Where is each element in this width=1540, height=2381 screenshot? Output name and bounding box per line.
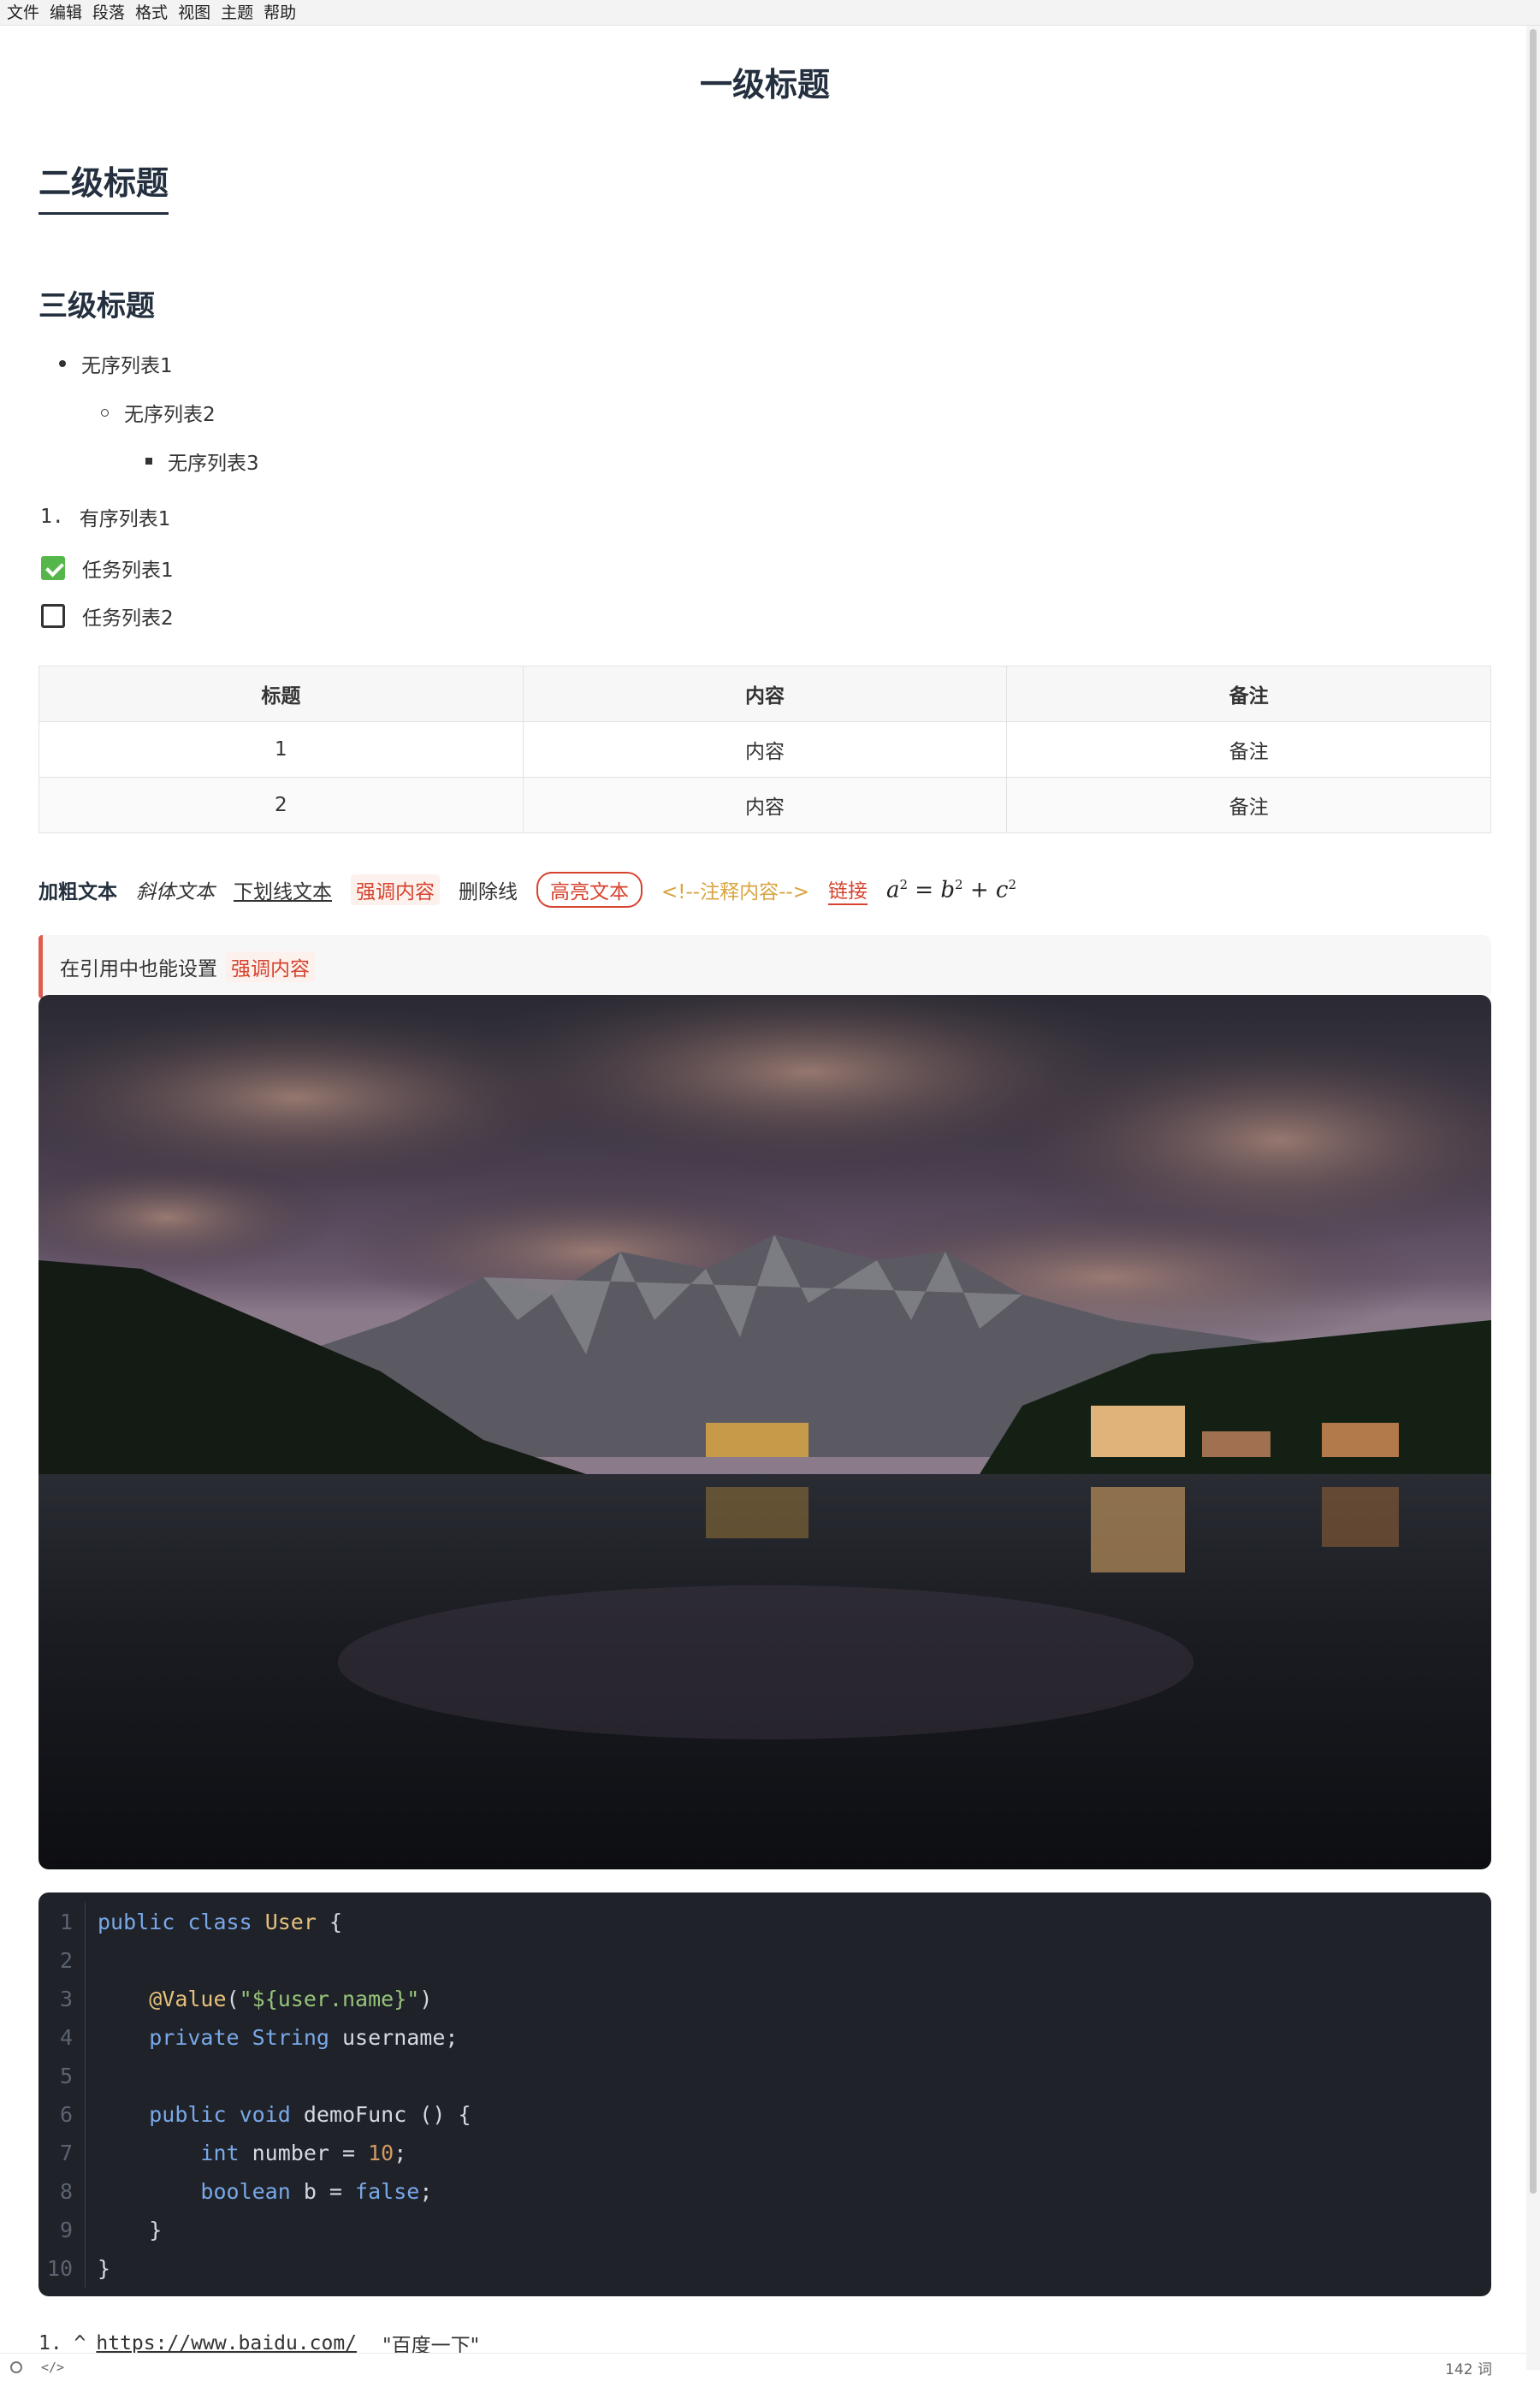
code-line: 10} [38, 2249, 1491, 2288]
line-number: 6 [38, 2095, 86, 2134]
underline-text: 下划线文本 [234, 881, 332, 903]
menu-file[interactable]: 文件 [5, 0, 48, 26]
outline-toggle-icon[interactable] [10, 2361, 22, 2373]
task-text: 任务列表1 [82, 560, 174, 582]
italic-text: 斜体文本 [136, 881, 215, 903]
table-header-cell[interactable]: 内容 [522, 666, 1008, 722]
task-text: 任务列表2 [82, 607, 174, 630]
table-cell[interactable]: 备注 [1006, 721, 1491, 778]
bullet-disc-icon [59, 360, 66, 367]
line-number: 4 [38, 2018, 86, 2057]
code-line: 8 boolean b = false; [38, 2172, 1491, 2211]
list-item: 无序列表3 [145, 447, 259, 476]
table-header-row: 标题 内容 备注 [38, 666, 1491, 722]
bullet-square-icon [145, 458, 152, 465]
task-item: 任务列表2 [41, 601, 174, 631]
line-number: 10 [38, 2249, 86, 2288]
table-cell[interactable]: 备注 [1006, 777, 1491, 833]
code-line: 4 private String username; [38, 2018, 1491, 2057]
line-number: 2 [38, 1941, 86, 1980]
word-count[interactable]: 142 词 [1445, 2357, 1492, 2378]
code-line: 9 } [38, 2211, 1491, 2249]
task-checkbox-unchecked[interactable] [41, 604, 65, 628]
ordered-list-item: 1. 有序列表1 [40, 502, 170, 531]
list-item-text: 无序列表1 [81, 355, 173, 377]
code-block[interactable]: 1 public class User { 2 3 @Value("${user.… [38, 1892, 1491, 2296]
highlight-text: 高亮文本 [536, 872, 643, 908]
footnote-prefix[interactable]: 1. ^ [38, 2332, 86, 2354]
status-bar: </> 142 词 [0, 2353, 1526, 2381]
table-cell[interactable]: 内容 [522, 721, 1008, 778]
list-number: 1. [40, 506, 64, 528]
heading-3: 三级标题 [38, 289, 155, 323]
data-table: 标题 内容 备注 1 内容 备注 2 内容 备注 [38, 666, 1491, 833]
line-number: 5 [38, 2057, 86, 2095]
line-number: 7 [38, 2134, 86, 2172]
math-formula: a2 = b2 + c2 [886, 876, 1016, 903]
menu-bar: 文件 编辑 段落 格式 视图 主题 帮助 [0, 0, 1540, 26]
list-item-text: 无序列表2 [124, 404, 216, 426]
code-line: 2 [38, 1941, 1491, 1980]
menu-format[interactable]: 格式 [133, 0, 176, 26]
scrollbar-thumb[interactable] [1530, 29, 1537, 2194]
list-item-text: 有序列表1 [79, 508, 171, 530]
source-code-toggle[interactable]: </> [41, 2360, 64, 2375]
menu-theme[interactable]: 主题 [219, 0, 262, 26]
quote-emphasis: 强调内容 [226, 951, 315, 982]
task-item: 任务列表1 [41, 554, 174, 583]
code-line: 6 public void demoFunc () { [38, 2095, 1491, 2134]
line-number: 9 [38, 2211, 86, 2249]
link-text[interactable]: 链接 [827, 874, 868, 905]
code-line: 7 int number = 10; [38, 2134, 1491, 2172]
heading-1: 一级标题 [699, 66, 830, 104]
line-number: 1 [38, 1903, 86, 1941]
list-item: 无序列表2 [101, 398, 216, 427]
code-line: 1 public class User { [38, 1903, 1491, 1941]
code-line: 3 @Value("${user.name}") [38, 1980, 1491, 2018]
strikethrough-text: 删除线 [459, 881, 518, 903]
code-line: 5 [38, 2057, 1491, 2095]
footnote-url[interactable]: https://www.baidu.com/ [96, 2332, 357, 2354]
blockquote: 在引用中也能设置 强调内容 [38, 935, 1491, 998]
line-number: 3 [38, 1980, 86, 2018]
menu-help[interactable]: 帮助 [262, 0, 305, 26]
line-number: 8 [38, 2172, 86, 2211]
bold-text: 加粗文本 [38, 881, 117, 903]
list-item: 无序列表1 [59, 349, 173, 378]
table-row: 1 内容 备注 [38, 721, 1491, 778]
menu-edit[interactable]: 编辑 [48, 0, 91, 26]
landscape-image[interactable] [38, 995, 1491, 1869]
menu-paragraph[interactable]: 段落 [91, 0, 133, 26]
quote-text: 在引用中也能设置 [60, 958, 217, 980]
table-header-cell[interactable]: 标题 [38, 666, 524, 722]
table-row: 2 内容 备注 [38, 777, 1491, 833]
menu-view[interactable]: 视图 [176, 0, 219, 26]
emphasis-text: 强调内容 [351, 874, 440, 905]
inline-styles-paragraph: 加粗文本 斜体文本 下划线文本 强调内容 删除线 高亮文本 <!--注释内容--… [38, 872, 1035, 908]
table-header-cell[interactable]: 备注 [1006, 666, 1491, 722]
table-cell[interactable]: 内容 [522, 777, 1008, 833]
landscape-photo-icon [38, 995, 1491, 1869]
table-cell[interactable]: 1 [38, 721, 524, 778]
bullet-circle-icon [101, 408, 109, 417]
heading-2: 二级标题 [38, 163, 169, 215]
comment-text: <!--注释内容--> [661, 881, 809, 903]
list-item-text: 无序列表3 [168, 453, 259, 475]
table-cell[interactable]: 2 [38, 777, 524, 833]
task-checkbox-checked[interactable] [41, 556, 65, 580]
